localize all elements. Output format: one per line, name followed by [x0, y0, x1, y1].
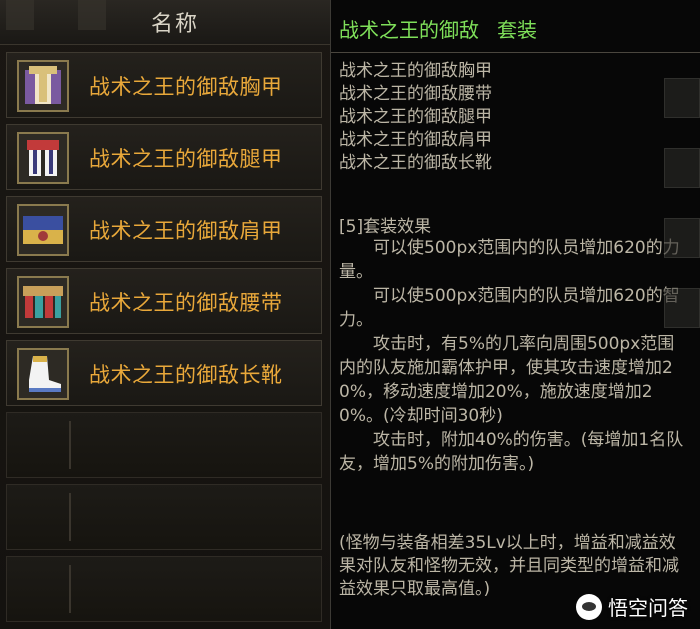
divider [331, 52, 700, 53]
chest-armor-icon [17, 60, 69, 112]
empty-slot-row [6, 484, 322, 550]
empty-slot-row [6, 556, 322, 622]
boots-icon [17, 348, 69, 400]
item-row-boots[interactable]: 战术之王的御敌长靴 [6, 340, 322, 406]
set-name: 战术之王的御敌 [339, 18, 479, 42]
shoulder-armor-icon [17, 204, 69, 256]
set-tag: 套装 [497, 18, 537, 42]
inventory-slot[interactable] [664, 148, 700, 188]
column-title: 名称 [150, 12, 199, 37]
set-effect-list: 可以使500px范围内的队员增加620的力量。 可以使500px范围内的队员增加… [339, 236, 691, 476]
inventory-slot[interactable] [664, 288, 700, 328]
tooltip-title: 战术之王的御敌 套装 [339, 14, 537, 43]
set-bonus-header: [5]套装效果 [339, 217, 432, 237]
set-effect: 攻击时，附加40%的伤害。(每增加1名队友，增加5%的附加伤害。) [339, 430, 684, 474]
divider [69, 421, 71, 469]
set-piece: 战术之王的御敌腿甲 [339, 107, 492, 127]
item-name: 战术之王的御敌胸甲 [89, 75, 283, 99]
set-effect: 可以使500px范围内的队员增加620的力量。 [339, 238, 680, 282]
watermark-text: 悟空问答 [608, 596, 688, 620]
inventory-slot[interactable] [664, 78, 700, 118]
item-name: 战术之王的御敌长靴 [89, 363, 283, 387]
item-row-belt[interactable]: 战术之王的御敌腰带 [6, 268, 322, 334]
leg-armor-icon [17, 132, 69, 184]
divider [69, 493, 71, 541]
item-row-legs[interactable]: 战术之王的御敌腿甲 [6, 124, 322, 190]
item-name: 战术之王的御敌腰带 [89, 291, 283, 315]
set-effect: 可以使500px范围内的队员增加620的智力。 [339, 286, 680, 330]
set-piece: 战术之王的御敌长靴 [339, 153, 492, 173]
right-inventory-strip [660, 0, 700, 629]
set-effect: 攻击时，有5%的几率向周围500px范围内的队友施加霸体护甲，使其攻击速度增加2… [339, 334, 675, 426]
item-row-shoulder[interactable]: 战术之王的御敌肩甲 [6, 196, 322, 262]
item-list-panel: 名称 战术之王的御敌胸甲 战术之王的御敌腿甲 战术之王的御敌肩甲 战术之王的御敌… [0, 0, 330, 629]
set-piece: 战术之王的御敌腰带 [339, 84, 492, 104]
set-piece: 战术之王的御敌胸甲 [339, 61, 492, 81]
empty-slot-row [6, 412, 322, 478]
watermark: 悟空问答 [576, 592, 688, 621]
set-piece: 战术之王的御敌肩甲 [339, 130, 492, 150]
belt-icon [17, 276, 69, 328]
set-note: (怪物与装备相差35Lv以上时，增益和减益效果对队友和怪物无效，并且同类型的增益… [339, 533, 679, 599]
item-row-chest[interactable]: 战术之王的御敌胸甲 [6, 52, 322, 118]
inventory-slot[interactable] [664, 218, 700, 258]
item-name: 战术之王的御敌腿甲 [89, 147, 283, 171]
wukong-logo-icon [576, 593, 602, 620]
divider [69, 565, 71, 613]
item-name: 战术之王的御敌肩甲 [89, 219, 283, 243]
set-piece-list: 战术之王的御敌胸甲 战术之王的御敌腰带 战术之王的御敌腿甲 战术之王的御敌肩甲 … [339, 60, 492, 175]
set-tooltip: 战术之王的御敌 套装 战术之王的御敌胸甲 战术之王的御敌腰带 战术之王的御敌腿甲 … [330, 0, 700, 629]
list-header: 名称 [0, 0, 330, 45]
